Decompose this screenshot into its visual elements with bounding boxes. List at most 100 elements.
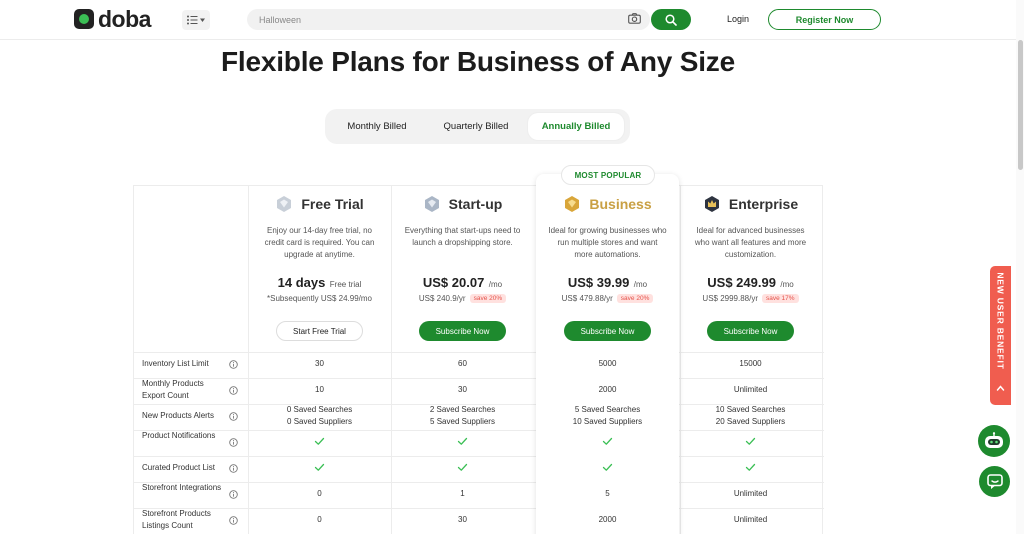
plan-description: Everything that start-ups need to launch…	[404, 226, 521, 247]
check-icon	[314, 437, 325, 445]
plan-name: Business	[589, 196, 652, 212]
start-free-trial-button[interactable]: Start Free Trial	[276, 321, 363, 341]
info-icon[interactable]	[229, 412, 238, 421]
check-icon	[745, 437, 756, 445]
feature-cell: 10 Saved Searches 20 Saved Suppliers	[715, 405, 786, 426]
price-unit: Free trial	[329, 280, 362, 289]
category-menu-button[interactable]	[182, 10, 210, 30]
feature-label: Monthly Products Export Count	[142, 379, 204, 400]
robot-icon	[985, 432, 1003, 448]
price-value: 14 days	[277, 275, 326, 290]
plan-sub-price: US$ 479.88/yr save 20%	[536, 294, 679, 304]
save-badge: save 20%	[616, 294, 654, 304]
info-icon[interactable]	[229, 386, 238, 395]
subscribe-now-button-business[interactable]: Subscribe Now	[564, 321, 651, 341]
billing-option-quarterly[interactable]: Quarterly Billed	[428, 113, 524, 140]
plan-sub-price: US$ 240.9/yr save 20%	[391, 294, 534, 304]
chat-support-button[interactable]	[979, 466, 1010, 497]
scrollbar-thumb[interactable]	[1018, 40, 1023, 170]
save-badge: save 20%	[469, 294, 507, 304]
billing-option-annually[interactable]: Annually Billed	[528, 113, 624, 140]
feature-cell	[248, 437, 391, 450]
check-icon	[602, 463, 613, 471]
feature-cell: 1	[460, 489, 465, 498]
benefit-text: NEW USER BENEFIT	[995, 272, 1006, 370]
yearly-price: US$ 479.88/yr	[561, 294, 613, 303]
billing-option-monthly[interactable]: Monthly Billed	[331, 113, 423, 140]
gem-icon	[424, 196, 439, 212]
top-header: doba Login Register Now	[0, 0, 1024, 40]
plan-price: US$ 20.07 /mo	[391, 274, 534, 292]
subscribe-now-button-enterprise[interactable]: Subscribe Now	[707, 321, 794, 341]
feature-label: Storefront Products Listings Count	[142, 509, 211, 530]
search-input[interactable]	[259, 9, 619, 30]
login-link[interactable]: Login	[727, 14, 749, 24]
feature-cell: 30	[315, 359, 324, 368]
logo[interactable]: doba	[74, 6, 151, 32]
price-unit: /mo	[780, 280, 794, 289]
info-icon[interactable]	[229, 490, 238, 499]
row-divider	[134, 430, 824, 431]
crown-icon	[704, 196, 719, 212]
feature-cell: 15000	[739, 359, 762, 368]
info-icon[interactable]	[229, 438, 238, 447]
feature-cell	[248, 463, 391, 476]
check-icon	[457, 463, 468, 471]
plan-description: Enjoy our 14-day free trial, no credit c…	[264, 226, 375, 259]
chevron-up-icon	[996, 385, 1005, 391]
camera-icon[interactable]	[628, 13, 641, 24]
feature-cell: 2 Saved Searches 5 Saved Suppliers	[429, 405, 496, 426]
plan-sub-price: *Subsequently US$ 24.99/mo	[267, 294, 372, 303]
check-icon	[602, 437, 613, 445]
feature-cell	[679, 437, 822, 450]
search-icon	[665, 13, 677, 26]
logo-mark-icon	[74, 9, 94, 29]
info-icon[interactable]	[229, 516, 238, 525]
most-popular-badge: MOST POPULAR	[561, 165, 655, 185]
logo-text: doba	[98, 6, 151, 32]
yearly-price: US$ 240.9/yr	[418, 294, 466, 303]
feature-cell: Unlimited	[733, 489, 768, 498]
price-value: US$ 39.99	[567, 275, 630, 290]
feature-label: Storefront Integrations	[142, 483, 222, 492]
register-now-button[interactable]: Register Now	[768, 9, 881, 30]
menu-icon	[187, 15, 205, 25]
feature-label: Curated Product List	[142, 463, 215, 472]
feature-cell: 30	[458, 515, 467, 524]
feature-cell	[391, 437, 534, 450]
plan-name: Enterprise	[728, 196, 799, 212]
subscribe-now-button-start-up[interactable]: Subscribe Now	[419, 321, 506, 341]
check-icon	[457, 437, 468, 445]
price-value: US$ 20.07	[422, 275, 485, 290]
gem-icon	[277, 196, 292, 212]
price-unit: /mo	[488, 280, 503, 289]
gem-icon	[565, 196, 580, 212]
feature-cell	[391, 463, 534, 476]
yearly-price: US$ 2999.88/yr	[702, 294, 759, 303]
feature-cell: Unlimited	[733, 385, 768, 394]
row-divider	[134, 482, 824, 483]
plan-sub-price: US$ 2999.88/yr save 17%	[679, 294, 822, 304]
check-icon	[314, 463, 325, 471]
feature-cell: 2000	[598, 385, 617, 394]
feature-cell: 60	[458, 359, 467, 368]
row-divider	[134, 456, 824, 457]
page-title: Flexible Plans for Business of Any Size	[221, 46, 735, 77]
plan-free-trial: Free Trial Enjoy our 14-day free trial, …	[248, 185, 391, 351]
feature-cell	[536, 463, 679, 476]
info-icon[interactable]	[229, 360, 238, 369]
plan-description: Ideal for advanced businesses who want a…	[694, 226, 807, 259]
check-icon	[745, 463, 756, 471]
assistant-bot-button[interactable]	[978, 425, 1010, 457]
feature-cell: Unlimited	[733, 515, 768, 524]
feature-cell: 0	[317, 515, 322, 524]
info-icon[interactable]	[229, 464, 238, 473]
plan-name: Start-up	[448, 196, 503, 212]
feature-label: Inventory List Limit	[142, 359, 209, 368]
search-box	[247, 9, 650, 30]
row-divider	[134, 352, 824, 353]
feature-cell: 5000	[598, 359, 617, 368]
search-button[interactable]	[651, 9, 691, 30]
plan-business: Business Ideal for growing businesses wh…	[536, 185, 679, 351]
plan-name: Free Trial	[301, 196, 364, 212]
